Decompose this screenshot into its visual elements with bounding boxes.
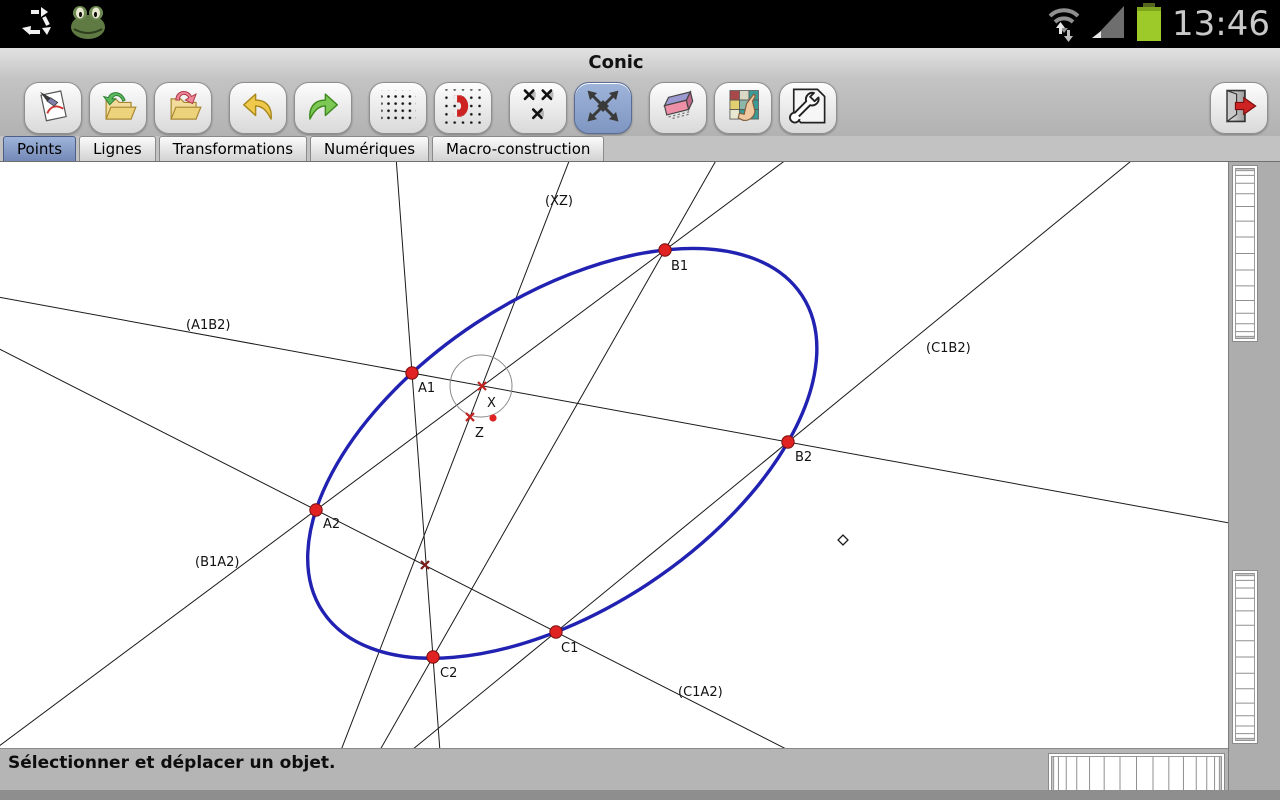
- point-label-A2: A2: [323, 517, 340, 532]
- point-Z[interactable]: [466, 413, 474, 421]
- line-label-C1A2: (C1A2): [678, 685, 723, 700]
- point-label-B1: B1: [671, 259, 688, 274]
- recycle-icon: [18, 4, 54, 44]
- battery-icon: [1134, 1, 1164, 47]
- point-A1[interactable]: [406, 367, 418, 379]
- tab-macro-construction[interactable]: Macro-construction: [432, 136, 604, 161]
- line-(A1B2)[interactable]: [0, 162, 1228, 662]
- open-file-icon: [99, 87, 137, 129]
- canvas-area: A1 A2 B1 B2 C1 C2 XZ (A1B2) (B1A2) (C1B2) (C1A2) (X…: [0, 162, 1228, 748]
- android-status-bar: 13:46: [0, 0, 1280, 48]
- point-label-C2: C2: [440, 666, 457, 681]
- toolbar-button-new[interactable]: [24, 82, 82, 134]
- points-icon: [519, 87, 557, 129]
- toolbar-button-exit[interactable]: [1210, 82, 1268, 134]
- undo-icon: [239, 87, 277, 129]
- app-screen: 13:46 Conic PointsLignesTransformationsN…: [0, 0, 1280, 800]
- point-label-X: X: [487, 396, 496, 411]
- geometry-canvas[interactable]: A1 A2 B1 B2 C1 C2 XZ (A1B2) (B1A2) (C1B2) (C1A2) (X…: [0, 162, 1228, 748]
- line-label-C1B2: (C1B2): [926, 341, 971, 356]
- status-message: Sélectionner et déplacer un objet.: [8, 753, 335, 773]
- clock: 13:46: [1172, 0, 1274, 48]
- point-A2[interactable]: [310, 504, 322, 516]
- toolbar: [0, 80, 1280, 136]
- bottom-status-bar: Sélectionner et déplacer un objet.: [0, 748, 1228, 790]
- tab-transformations[interactable]: Transformations: [159, 136, 307, 161]
- line-(C1B2)[interactable]: [0, 162, 1228, 748]
- line-(C1A2)[interactable]: [0, 162, 1228, 748]
- tab-points[interactable]: Points: [3, 136, 76, 161]
- toolbar-button-redo[interactable]: [294, 82, 352, 134]
- frog-icon: [68, 3, 108, 45]
- move-arrows-icon: [584, 87, 622, 129]
- wifi-icon: [1046, 2, 1082, 46]
- point-Y[interactable]: [421, 561, 429, 569]
- point-B1[interactable]: [659, 244, 671, 256]
- new-document-icon: [34, 87, 72, 129]
- redo-icon: [304, 87, 342, 129]
- toolbar-button-undo[interactable]: [229, 82, 287, 134]
- tab-lignes[interactable]: Lignes: [79, 136, 156, 161]
- point-C2[interactable]: [427, 651, 439, 663]
- save-file-icon: [164, 87, 202, 129]
- line-(XZ)[interactable]: [0, 162, 1060, 748]
- point-P1[interactable]: [489, 414, 496, 421]
- vertical-scroll-wheel-bottom[interactable]: [1232, 570, 1258, 744]
- magnet-icon: [444, 87, 482, 129]
- vertical-scroll-wheel-top[interactable]: [1232, 165, 1258, 342]
- tab-bar: PointsLignesTransformationsNumériquesMac…: [0, 136, 1280, 162]
- horizontal-scroll-wheel[interactable]: [1048, 753, 1225, 794]
- toolbar-button-move[interactable]: [574, 82, 632, 134]
- line-label-B1A2: (B1A2): [195, 555, 240, 570]
- point-B2[interactable]: [782, 436, 794, 448]
- toolbar-button-open[interactable]: [89, 82, 147, 134]
- grid-dots-icon: [379, 87, 417, 129]
- toolbar-button-appearance[interactable]: [714, 82, 772, 134]
- right-panel: [1228, 162, 1280, 800]
- toolbar-button-snap[interactable]: [434, 82, 492, 134]
- point-C1[interactable]: [550, 626, 562, 638]
- line-A1C2[interactable]: [294, 162, 530, 748]
- signal-strength-icon: [1090, 4, 1126, 44]
- point-label-C1: C1: [561, 641, 578, 656]
- bottom-strip: [0, 790, 1280, 800]
- title-bar: Conic: [0, 48, 1280, 80]
- toolbar-button-save[interactable]: [154, 82, 212, 134]
- wrench-icon: [789, 87, 827, 129]
- toolbar-button-grid[interactable]: [369, 82, 427, 134]
- tab-num-riques[interactable]: Numériques: [310, 136, 429, 161]
- toolbar-button-show-points[interactable]: [509, 82, 567, 134]
- point-P2[interactable]: [838, 535, 848, 545]
- point-label-A1: A1: [418, 381, 435, 396]
- line-B1C2[interactable]: [0, 162, 1228, 748]
- point-label-Z: Z: [475, 426, 484, 441]
- line-label-A1B2: (A1B2): [186, 318, 231, 333]
- line-label-XZ: (XZ): [545, 194, 573, 209]
- exit-door-icon: [1220, 87, 1258, 129]
- toolbar-button-settings[interactable]: [779, 82, 837, 134]
- page-title: Conic: [588, 48, 643, 78]
- point-label-B2: B2: [795, 450, 812, 465]
- palette-hand-icon: [724, 87, 762, 129]
- eraser-icon: [659, 87, 697, 129]
- toolbar-button-erase[interactable]: [649, 82, 707, 134]
- line-(B1A2)[interactable]: [0, 162, 1228, 748]
